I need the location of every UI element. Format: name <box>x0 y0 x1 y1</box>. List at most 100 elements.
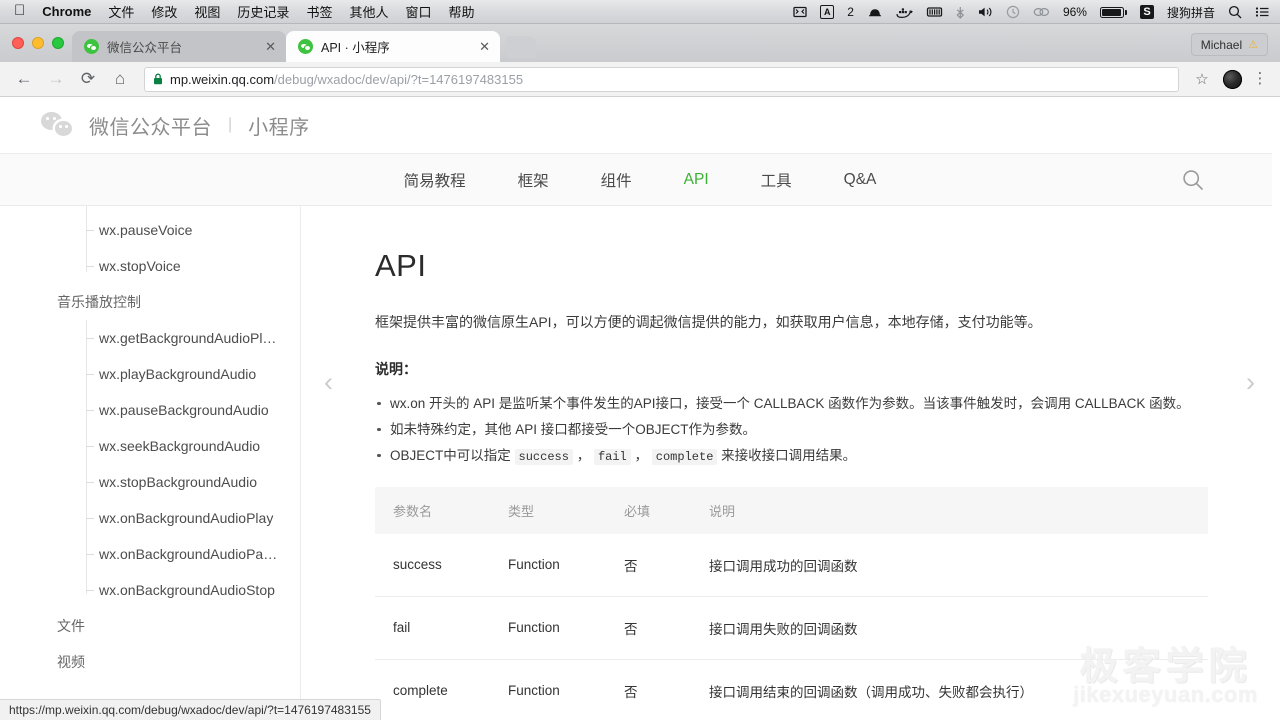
col-header-type: 类型 <box>508 486 624 534</box>
sogou-input-icon[interactable]: S <box>1139 5 1154 19</box>
note-list: wx.on 开头的 API 是监听某个事件发生的API接口，接受一个 CALLB… <box>375 393 1208 467</box>
inline-code-success: success <box>514 448 573 465</box>
site-brand[interactable]: 微信公众平台 <box>89 111 212 140</box>
lock-icon[interactable] <box>153 73 163 85</box>
menu-item-people[interactable]: 其他人 <box>349 2 388 21</box>
nav-item-qa[interactable]: Q&A <box>842 167 879 193</box>
menu-item-help[interactable]: 帮助 <box>448 2 474 21</box>
table-row: complete Function 否 接口调用结束的回调函数（调用成功、失败都… <box>375 659 1208 720</box>
page-scrollbar[interactable] <box>1272 97 1280 720</box>
close-icon[interactable]: ✕ <box>263 40 278 53</box>
col-header-required: 必填 <box>624 486 709 534</box>
sidebar-item-wx-playbackgroundaudio[interactable]: wx.playBackgroundAudio <box>0 356 300 392</box>
airplay-audio-icon[interactable] <box>1033 6 1050 18</box>
nav-item-components[interactable]: 组件 <box>599 165 634 195</box>
page-body: wx.pauseVoice wx.stopVoice 音乐播放控制 wx.get… <box>0 206 1280 720</box>
sidebar-group-video[interactable]: 视频 <box>0 644 300 680</box>
forward-button[interactable]: → <box>42 65 70 93</box>
address-bar[interactable]: mp.weixin.qq.com/debug/wxadoc/dev/api/?t… <box>144 66 1179 92</box>
sidebar-item-wx-stopbackgroundaudio[interactable]: wx.stopBackgroundAudio <box>0 464 300 500</box>
doc-content: API 框架提供丰富的微信原生API，可以方便的调起微信提供的能力，如获取用户信… <box>301 206 1280 720</box>
search-icon[interactable] <box>1181 168 1205 192</box>
wechat-logo-icon <box>41 112 75 138</box>
cell-type: Function <box>508 596 624 660</box>
cell-type: Function <box>508 659 624 720</box>
brand-separator: | <box>228 116 233 133</box>
menu-item-chrome[interactable]: Chrome <box>42 4 91 19</box>
site-nav: 简易教程 框架 组件 API 工具 Q&A <box>0 154 1280 206</box>
os-menu-bar:  Chrome 文件 修改 视图 历史记录 书签 其他人 窗口 帮助 A 2 <box>0 0 1280 24</box>
menu-item-window[interactable]: 窗口 <box>405 2 431 21</box>
parameters-table: 参数名 类型 必填 说明 success Function 否 接口调用成功的回… <box>375 486 1208 720</box>
status-bar-link-preview: https://mp.weixin.qq.com/debug/wxadoc/de… <box>0 699 381 720</box>
browser-toolbar: ← → ⟳ ⌂ mp.weixin.qq.com/debug/wxadoc/de… <box>0 62 1280 97</box>
nav-item-framework[interactable]: 框架 <box>516 165 551 195</box>
sidebar-group-file[interactable]: 文件 <box>0 608 300 644</box>
notification-center-icon[interactable] <box>1255 6 1270 18</box>
site-header: 微信公众平台 | 小程序 <box>0 97 1280 154</box>
sidebar-item-wx-getbackgroundaudioplayerstate[interactable]: wx.getBackgroundAudioPl… <box>0 320 300 356</box>
previous-page-arrow-icon[interactable]: ‹ <box>324 369 333 396</box>
chrome-menu-icon[interactable]: ⋮ <box>1250 71 1270 86</box>
screen-mirroring-icon[interactable] <box>793 6 807 18</box>
sidebar-item-wx-stopvoice[interactable]: wx.stopVoice <box>0 248 300 284</box>
window-close-button[interactable] <box>12 37 24 49</box>
sidebar-item-wx-onbackgroundaudioplay[interactable]: wx.onBackgroundAudioPlay <box>0 500 300 536</box>
nav-item-api[interactable]: API <box>682 167 711 193</box>
cell-description: 接口调用结束的回调函数（调用成功、失败都会执行） <box>709 659 1208 720</box>
profile-button[interactable]: Michael ⚠ <box>1190 33 1268 56</box>
window-zoom-button[interactable] <box>52 37 64 49</box>
bookmark-star-icon[interactable]: ☆ <box>1189 70 1215 88</box>
reload-button[interactable]: ⟳ <box>74 65 102 93</box>
bowler-hat-icon[interactable] <box>867 6 883 18</box>
doc-sidebar[interactable]: wx.pauseVoice wx.stopVoice 音乐播放控制 wx.get… <box>0 206 301 720</box>
cell-type: Function <box>508 533 624 597</box>
home-button[interactable]: ⌂ <box>106 65 134 93</box>
cell-param-name: success <box>375 533 508 597</box>
next-page-arrow-icon[interactable]: › <box>1246 369 1255 396</box>
bluetooth-icon[interactable] <box>956 6 965 19</box>
browser-tab-1[interactable]: 微信公众平台 ✕ <box>72 31 286 62</box>
sidebar-item-wx-seekbackgroundaudio[interactable]: wx.seekBackgroundAudio <box>0 428 300 464</box>
battery-icon[interactable] <box>1099 6 1127 18</box>
address-bar-url: mp.weixin.qq.com/debug/wxadoc/dev/api/?t… <box>170 72 523 87</box>
sidebar-group-music-playback[interactable]: 音乐播放控制 <box>0 284 300 320</box>
spotlight-search-icon[interactable] <box>1228 5 1242 19</box>
cell-description: 接口调用失败的回调函数 <box>709 596 1208 660</box>
back-button[interactable]: ← <box>10 65 38 93</box>
input-method-label[interactable]: 搜狗拼音 <box>1167 4 1215 21</box>
time-machine-icon[interactable] <box>926 6 943 18</box>
volume-icon[interactable] <box>978 6 993 18</box>
menu-item-edit[interactable]: 修改 <box>151 2 177 21</box>
sidebar-item-wx-onbackgroundaudiopause[interactable]: wx.onBackgroundAudioPa… <box>0 536 300 572</box>
cell-required: 否 <box>624 596 709 660</box>
adobe-photoshop-icon[interactable]: A <box>820 5 835 19</box>
site-sub-brand[interactable]: 小程序 <box>248 111 310 140</box>
menu-item-file[interactable]: 文件 <box>108 2 134 21</box>
sidebar-item-wx-pausebackgroundaudio[interactable]: wx.pauseBackgroundAudio <box>0 392 300 428</box>
list-item: wx.on 开头的 API 是监听某个事件发生的API接口，接受一个 CALLB… <box>375 393 1208 415</box>
browser-tab-2-title: API · 小程序 <box>321 41 390 55</box>
battery-percent-label: 96% <box>1062 5 1087 19</box>
browser-tab-2[interactable]: API · 小程序 ✕ <box>286 31 500 62</box>
browser-tab-1-title: 微信公众平台 <box>107 41 183 55</box>
sidebar-item-wx-pausevoice[interactable]: wx.pauseVoice <box>0 212 300 248</box>
wechat-favicon-icon <box>84 39 99 54</box>
menu-item-view[interactable]: 视图 <box>194 2 220 21</box>
table-row: fail Function 否 接口调用失败的回调函数 <box>375 596 1208 660</box>
close-icon[interactable]: ✕ <box>477 40 492 53</box>
avatar[interactable] <box>1223 69 1242 89</box>
new-tab-button[interactable] <box>506 36 536 58</box>
col-header-param-name: 参数名 <box>375 486 508 534</box>
window-minimize-button[interactable] <box>32 37 44 49</box>
nav-item-tools[interactable]: 工具 <box>759 165 794 195</box>
col-header-description: 说明 <box>709 486 1208 534</box>
apple-logo-icon[interactable]:  <box>14 3 25 18</box>
menu-item-history[interactable]: 历史记录 <box>237 2 289 21</box>
nav-item-tutorial[interactable]: 简易教程 <box>402 165 468 195</box>
inline-code-complete: complete <box>651 448 718 465</box>
sidebar-item-wx-onbackgroundaudiostop[interactable]: wx.onBackgroundAudioStop <box>0 572 300 608</box>
docker-icon[interactable] <box>896 6 913 18</box>
menu-item-bookmarks[interactable]: 书签 <box>306 2 332 21</box>
clock-icon[interactable] <box>1006 5 1020 19</box>
